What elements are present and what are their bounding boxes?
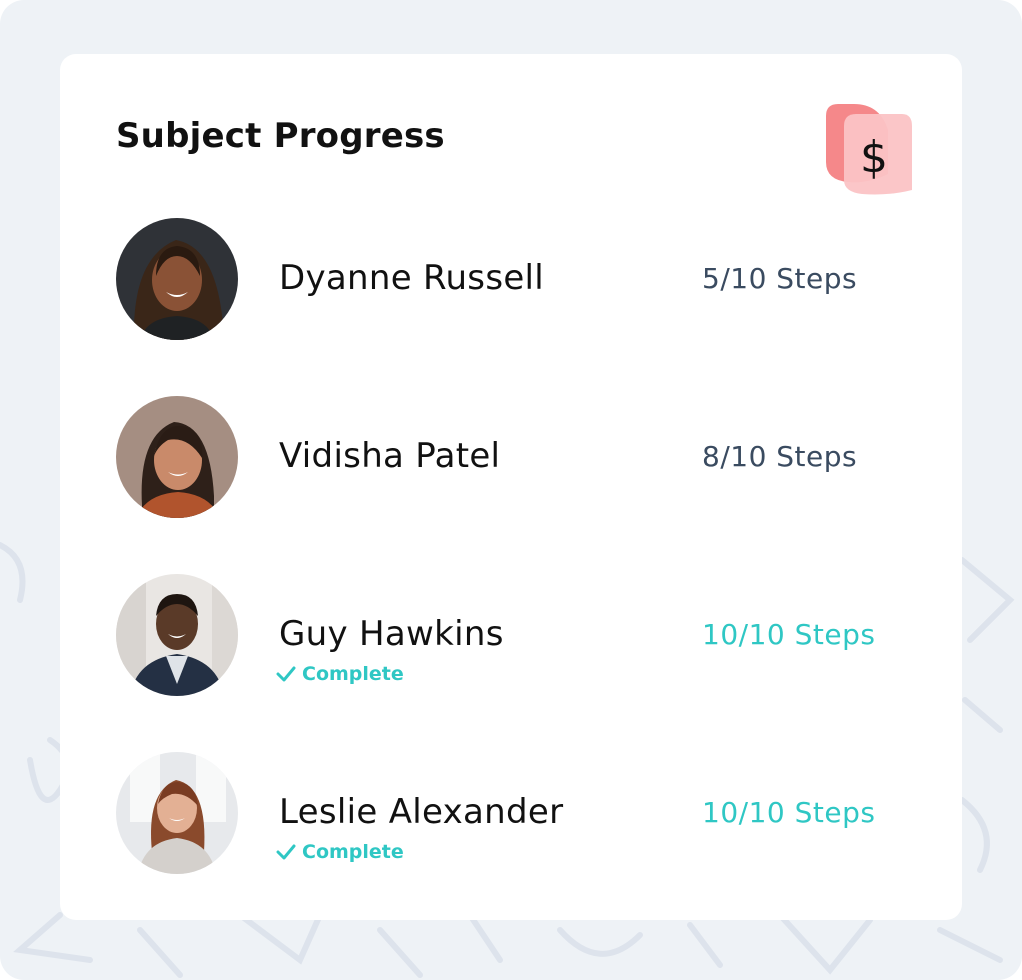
complete-status: Complete xyxy=(276,662,404,686)
subject-name: Dyanne Russell xyxy=(279,258,545,298)
avatar xyxy=(116,574,238,696)
dollar-icon[interactable]: $ xyxy=(818,100,918,200)
page-background: Subject Progress $ Dyanne Russell 5/10 S… xyxy=(0,0,1022,980)
steps-progress: 5/10 Steps xyxy=(702,262,858,295)
avatar xyxy=(116,752,238,874)
steps-progress: 8/10 Steps xyxy=(702,440,858,473)
svg-text:$: $ xyxy=(860,132,888,183)
subject-row[interactable]: Leslie Alexander Complete 10/10 Steps xyxy=(116,752,906,874)
subject-name: Guy Hawkins xyxy=(279,614,504,654)
subject-row[interactable]: Vidisha Patel 8/10 Steps xyxy=(116,396,906,518)
check-icon xyxy=(276,844,296,860)
subject-name: Leslie Alexander xyxy=(279,792,564,832)
steps-progress: 10/10 Steps xyxy=(702,618,876,651)
subject-list: Dyanne Russell 5/10 Steps Vidisha Patel xyxy=(116,218,906,930)
check-icon xyxy=(276,666,296,682)
subject-progress-card: Subject Progress $ Dyanne Russell 5/10 S… xyxy=(60,54,962,920)
card-title: Subject Progress xyxy=(116,116,445,156)
subject-row[interactable]: Guy Hawkins Complete 10/10 Steps xyxy=(116,574,906,696)
avatar xyxy=(116,218,238,340)
complete-label: Complete xyxy=(302,663,404,685)
complete-label: Complete xyxy=(302,841,404,863)
steps-progress: 10/10 Steps xyxy=(702,796,876,829)
avatar xyxy=(116,396,238,518)
complete-status: Complete xyxy=(276,840,404,864)
subject-name: Vidisha Patel xyxy=(279,436,501,476)
subject-row[interactable]: Dyanne Russell 5/10 Steps xyxy=(116,218,906,340)
